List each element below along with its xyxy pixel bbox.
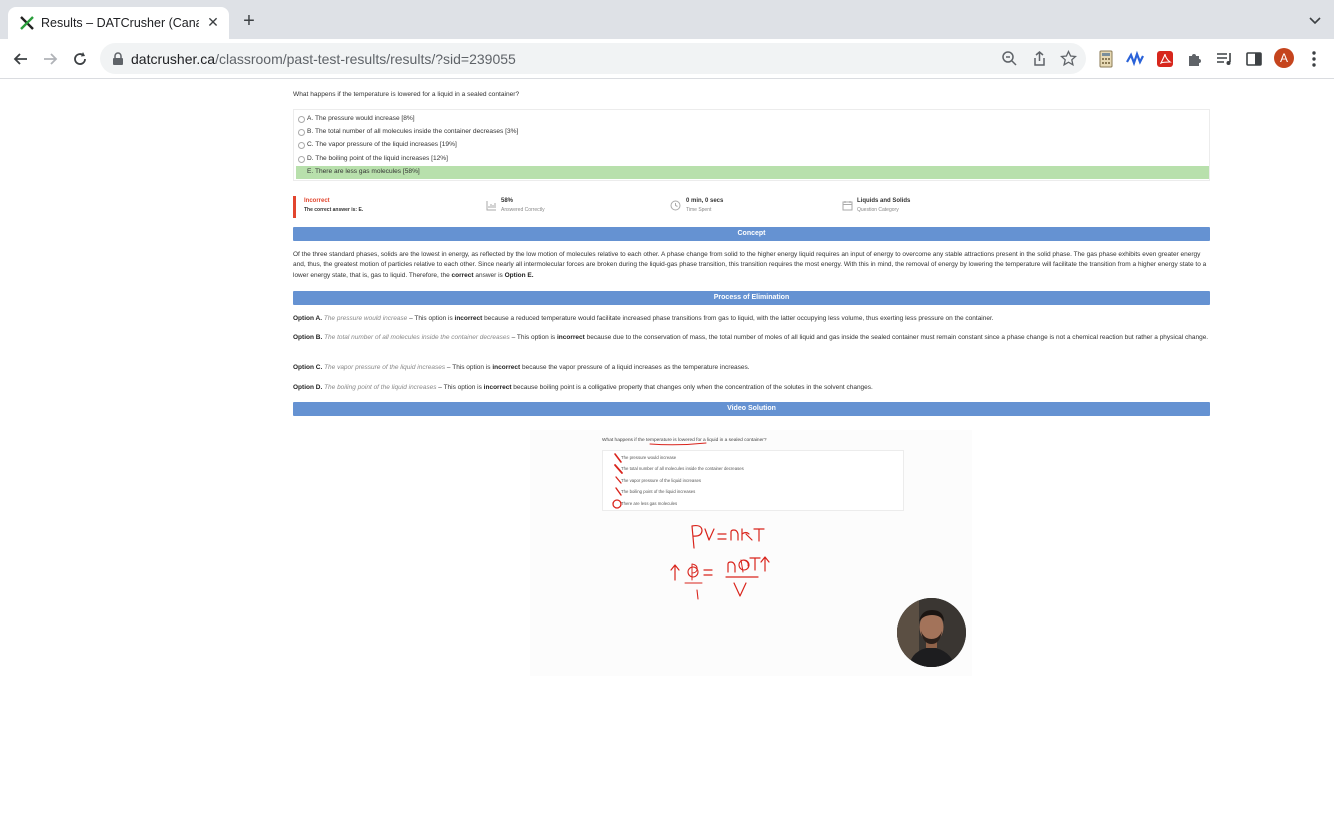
presenter-avatar-icon [897, 598, 966, 667]
page-content: What happens if the temperature is lower… [0, 80, 1334, 834]
address-bar[interactable]: datcrusher.ca/classroom/past-test-result… [100, 43, 1086, 74]
question-text: What happens if the temperature is lower… [293, 91, 520, 98]
incorrect-indicator [293, 196, 296, 218]
radio-button[interactable] [298, 156, 305, 163]
percent-stat: 58% Answered Correctly [501, 198, 545, 213]
option-c[interactable]: C. The vapor pressure of the liquid incr… [296, 139, 1209, 152]
option-text: – This option is [436, 384, 484, 391]
option-quote: The pressure would increase [323, 315, 408, 322]
option-tag: Option A. [293, 315, 323, 322]
puzzle-extensions-icon[interactable] [1186, 50, 1204, 68]
option-reason: because due to the conservation of mass,… [584, 334, 1209, 341]
option-tag: Option D. [293, 384, 323, 391]
zoom-icon[interactable] [1001, 50, 1018, 67]
option-tag: Option C. [293, 364, 323, 371]
concept-header: Concept [293, 227, 1210, 241]
concept-text: Of the three standard phases, solids are… [293, 251, 1207, 279]
browser-toolbar: datcrusher.ca/classroom/past-test-result… [0, 39, 1334, 79]
option-text: – This option is [509, 334, 557, 341]
result-stats: Incorrect The correct answer is: E. 58% … [293, 195, 1210, 219]
lock-icon[interactable] [112, 52, 124, 66]
video-solution-header: Video Solution [293, 402, 1210, 416]
option-label: E. There are less gas molecules [58%] [307, 168, 420, 175]
video-player[interactable]: What happens if the temperature is lower… [530, 430, 972, 676]
new-tab-icon[interactable]: + [240, 11, 258, 31]
percent-value: 58% [501, 198, 514, 204]
acrobat-extension-icon[interactable] [1156, 50, 1174, 68]
correct-answer-text: The correct answer is: E. [304, 207, 364, 213]
category-stat: Liquids and Solids Question Category [857, 198, 910, 213]
radio-button[interactable] [298, 116, 305, 123]
percent-label: Answered Correctly [501, 207, 545, 213]
option-text: – This option is [407, 315, 455, 322]
profile-avatar[interactable]: A [1274, 48, 1294, 68]
elimination-item-b: Option B. The total number of all molecu… [293, 333, 1210, 343]
chevron-down-icon[interactable] [1308, 14, 1322, 28]
clock-icon [670, 200, 681, 211]
option-reason: because boiling point is a colligative p… [511, 384, 873, 391]
option-verdict: incorrect [483, 384, 512, 391]
elimination-item-a: Option A. The pressure would increase – … [293, 314, 1210, 324]
time-label: Time Spent [686, 207, 712, 213]
elimination-header: Process of Elimination [293, 291, 1210, 305]
browser-tab[interactable]: Results – DATCrusher (Canadian ✕ [8, 7, 229, 39]
option-text: – This option is [445, 364, 493, 371]
option-tag: Option B. [293, 334, 323, 341]
option-label: B. The total number of all molecules ins… [307, 128, 519, 135]
star-icon[interactable] [1060, 50, 1077, 67]
radio-button[interactable] [298, 142, 305, 149]
result-stat: Incorrect The correct answer is: E. [304, 198, 363, 213]
option-reason: because the vapor pressure of a liquid i… [520, 364, 750, 371]
elimination-item-d: Option D. The boiling point of the liqui… [293, 383, 1210, 393]
tab-title: Results – DATCrusher (Canadian [41, 16, 199, 30]
option-label: D. The boiling point of the liquid incre… [307, 155, 448, 162]
bar-chart-icon [486, 201, 496, 211]
option-quote: The vapor pressure of the liquid increas… [324, 364, 446, 371]
calculator-extension-icon[interactable] [1097, 50, 1115, 68]
more-menu-icon[interactable] [1306, 49, 1322, 69]
time-value: 0 min, 0 secs [686, 198, 724, 204]
category-value: Liquids and Solids [857, 198, 911, 204]
tab-close-icon[interactable]: ✕ [205, 14, 221, 30]
option-label: C. The vapor pressure of the liquid incr… [307, 141, 457, 148]
concept-bold-correct: correct [451, 271, 474, 279]
option-e-correct[interactable]: E. There are less gas molecules [58%] [296, 166, 1209, 179]
back-arrow-icon[interactable] [11, 49, 31, 69]
option-label: A. The pressure would increase [8%] [307, 115, 415, 122]
time-stat: 0 min, 0 secs Time Spent [686, 198, 723, 213]
media-queue-icon[interactable] [1215, 50, 1233, 68]
waveform-extension-icon[interactable] [1126, 50, 1144, 68]
datcrusher-favicon-icon [20, 16, 34, 30]
url-path: /classroom/past-test-results/results/?si… [215, 51, 516, 67]
forward-arrow-icon[interactable] [40, 49, 60, 69]
answer-options: A. The pressure would increase [8%] B. T… [293, 109, 1210, 181]
presenter-webcam [897, 598, 966, 667]
option-reason: because a reduced temperature would faci… [482, 315, 994, 322]
tab-strip: Results – DATCrusher (Canadian ✕ + [0, 0, 1334, 39]
category-label: Question Category [857, 207, 899, 213]
share-icon[interactable] [1031, 50, 1048, 67]
reload-icon[interactable] [70, 49, 90, 69]
url-host: datcrusher.ca [131, 51, 216, 67]
concept-text-mid: answer is [473, 271, 505, 279]
result-status: Incorrect [304, 198, 330, 204]
concept-paragraph: Of the three standard phases, solids are… [293, 250, 1210, 281]
option-quote: The total number of all molecules inside… [324, 334, 510, 341]
side-panel-icon[interactable] [1245, 50, 1263, 68]
option-b[interactable]: B. The total number of all molecules ins… [296, 126, 1209, 139]
option-verdict: incorrect [492, 364, 521, 371]
url-text: datcrusher.ca/classroom/past-test-result… [131, 51, 516, 67]
radio-button[interactable] [298, 129, 305, 136]
calendar-icon [842, 201, 853, 211]
option-d[interactable]: D. The boiling point of the liquid incre… [296, 153, 1209, 166]
option-verdict: incorrect [557, 334, 585, 341]
option-verdict: incorrect [454, 315, 483, 322]
concept-answer: Option E. [504, 271, 534, 279]
option-quote: The boiling point of the liquid increase… [324, 384, 437, 391]
option-a[interactable]: A. The pressure would increase [8%] [296, 113, 1209, 126]
elimination-item-c: Option C. The vapor pressure of the liqu… [293, 363, 1210, 373]
